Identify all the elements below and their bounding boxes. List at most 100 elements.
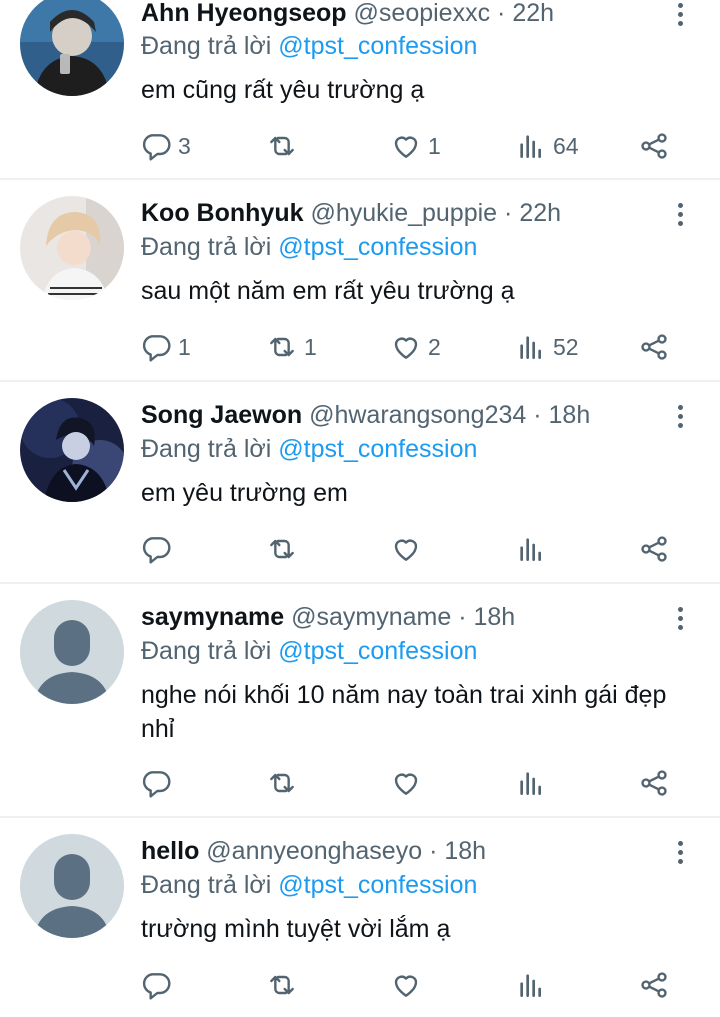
views-button[interactable]	[515, 531, 553, 567]
mention-link[interactable]: @tpst_confession	[278, 32, 477, 60]
reply-button[interactable]: 3	[140, 128, 191, 164]
avatar[interactable]	[20, 196, 124, 300]
views-icon	[520, 772, 541, 795]
share-icon	[641, 334, 667, 360]
more-button[interactable]	[670, 196, 690, 232]
more-vertical-icon	[677, 606, 683, 612]
more-vertical-icon	[677, 840, 683, 846]
retweet-icon	[270, 539, 294, 559]
heart-icon	[394, 975, 418, 997]
reply-item[interactable]: saymyname @saymyname · 18h Đang trả lời …	[0, 584, 720, 818]
separator: ·	[429, 837, 438, 865]
like-button[interactable]	[390, 967, 428, 1003]
mention-link[interactable]: @tpst_confession	[278, 637, 477, 665]
views-icon	[520, 135, 541, 158]
action-bar	[0, 967, 720, 1003]
share-button[interactable]	[638, 967, 670, 1003]
avatar[interactable]	[20, 834, 124, 938]
replying-to: Đang trả lời @tpst_confession	[141, 29, 477, 63]
reply-item[interactable]: hello @annyeonghaseyo · 18h Đang trả lời…	[0, 818, 720, 1017]
reply-text: nghe nói khối 10 năm nay toàn trai xinh …	[141, 681, 667, 743]
reply-button[interactable]	[140, 967, 178, 1003]
action-bar: 1 1 2 52	[0, 329, 720, 365]
reply-button[interactable]	[140, 765, 178, 801]
view-count: 52	[553, 333, 579, 360]
retweet-button[interactable]	[266, 531, 304, 567]
replying-label: Đang trả lời	[141, 871, 272, 899]
mention-link[interactable]: @tpst_confession	[278, 435, 477, 463]
more-vertical-icon	[677, 2, 683, 8]
replying-to: Đang trả lời @tpst_confession	[141, 868, 477, 902]
replying-label: Đang trả lời	[141, 32, 272, 60]
more-button[interactable]	[670, 600, 690, 636]
author-name[interactable]: Koo Bonhyuk	[141, 199, 304, 227]
replying-to: Đang trả lời @tpst_confession	[141, 634, 477, 668]
share-button[interactable]	[638, 128, 670, 164]
reply-icon	[142, 771, 171, 798]
views-button[interactable]	[515, 967, 553, 1003]
retweet-button[interactable]	[266, 765, 304, 801]
retweet-count: 1	[304, 333, 317, 360]
author-handle[interactable]: @annyeonghaseyo	[206, 837, 422, 865]
retweet-button[interactable]	[266, 967, 304, 1003]
author-name[interactable]: Ahn Hyeongseop	[141, 0, 347, 27]
retweet-button[interactable]	[266, 128, 304, 164]
author-handle[interactable]: @hyukie_puppie	[310, 199, 497, 227]
avatar[interactable]	[20, 398, 124, 502]
reply-count: 1	[178, 333, 191, 360]
reply-item[interactable]: Ahn Hyeongseop @seopiexxc · 22h Đang trả…	[0, 0, 720, 180]
retweet-icon	[270, 337, 294, 357]
share-button[interactable]	[638, 765, 670, 801]
avatar[interactable]	[20, 600, 124, 704]
replying-label: Đang trả lời	[141, 637, 272, 665]
views-button[interactable]: 64	[515, 128, 579, 164]
share-button[interactable]	[638, 531, 670, 567]
share-button[interactable]	[638, 329, 670, 365]
mention-link[interactable]: @tpst_confession	[278, 233, 477, 261]
avatar[interactable]	[20, 0, 124, 96]
like-button[interactable]: 2	[390, 329, 441, 365]
reply-item[interactable]: Song Jaewon @hwarangsong234 · 18h Đang t…	[0, 382, 720, 584]
views-button[interactable]: 52	[515, 329, 579, 365]
author-name[interactable]: hello	[141, 837, 199, 865]
separator: ·	[504, 199, 513, 227]
views-button[interactable]	[515, 765, 553, 801]
author-name[interactable]: saymyname	[141, 603, 284, 631]
reply-button[interactable]	[140, 531, 178, 567]
mention-link[interactable]: @tpst_confession	[278, 871, 477, 899]
like-button[interactable]: 1	[390, 128, 441, 164]
retweet-button[interactable]: 1	[266, 329, 317, 365]
timestamp[interactable]: 18h	[444, 837, 486, 865]
more-button[interactable]	[670, 398, 690, 434]
views-icon	[520, 538, 541, 561]
separator: ·	[497, 0, 506, 27]
reply-count: 3	[178, 132, 191, 159]
timestamp[interactable]: 18h	[474, 603, 516, 631]
retweet-icon	[270, 136, 294, 156]
avatar-photo	[20, 398, 124, 502]
more-button[interactable]	[670, 834, 690, 870]
timestamp[interactable]: 22h	[519, 199, 561, 227]
heart-icon	[394, 539, 418, 561]
like-count: 1	[428, 132, 441, 159]
action-bar: 3 1 64	[0, 128, 720, 164]
like-button[interactable]	[390, 531, 428, 567]
reply-text: trường mình tuyệt vời lắm ạ	[141, 915, 451, 943]
more-button[interactable]	[670, 0, 690, 32]
author-handle[interactable]: @seopiexxc	[354, 0, 491, 27]
author-name[interactable]: Song Jaewon	[141, 401, 302, 429]
like-button[interactable]	[390, 765, 428, 801]
reply-text: em cũng rất yêu trường ạ	[141, 76, 425, 104]
timestamp[interactable]: 22h	[512, 0, 554, 27]
heart-icon	[394, 773, 418, 795]
reply-button[interactable]: 1	[140, 329, 191, 365]
author-handle[interactable]: @saymyname	[291, 603, 451, 631]
timestamp[interactable]: 18h	[549, 401, 591, 429]
default-avatar-icon	[20, 834, 124, 938]
author-handle[interactable]: @hwarangsong234	[309, 401, 526, 429]
replying-to: Đang trả lời @tpst_confession	[141, 432, 477, 466]
more-vertical-icon	[677, 202, 683, 208]
more-vertical-icon	[677, 404, 683, 410]
reply-item[interactable]: Koo Bonhyuk @hyukie_puppie · 22h Đang tr…	[0, 180, 720, 382]
reply-icon	[142, 335, 171, 362]
